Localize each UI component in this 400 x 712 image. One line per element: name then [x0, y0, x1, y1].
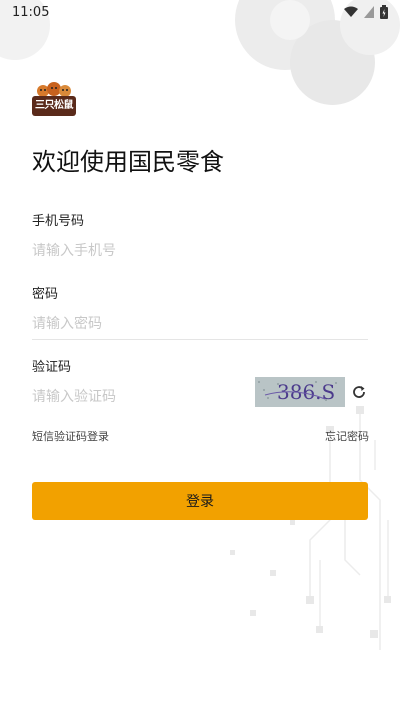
brand-logo: 三只松鼠 [32, 82, 76, 118]
refresh-icon[interactable] [351, 384, 367, 400]
status-icons [344, 5, 388, 19]
captcha-noise: 386.S [255, 377, 345, 407]
page-title: 欢迎使用国民零食 [32, 148, 224, 176]
signal-icon [364, 6, 374, 18]
password-label: 密码 [32, 287, 59, 302]
login-button[interactable]: 登录 [32, 482, 368, 520]
sms-login-link[interactable]: 短信验证码登录 [32, 428, 109, 444]
phone-input[interactable] [32, 236, 368, 266]
phone-label: 手机号码 [32, 214, 85, 229]
password-underline [32, 339, 368, 340]
wifi-icon [344, 6, 358, 17]
logo-text: 三只松鼠 [32, 96, 76, 116]
forgot-password-link[interactable]: 忘记密码 [325, 428, 369, 444]
battery-icon [380, 5, 388, 19]
status-bar: 11:05 [0, 0, 400, 24]
captcha-input[interactable] [32, 382, 247, 412]
captcha-image[interactable]: 386.S [255, 377, 345, 407]
status-time: 11:05 [12, 4, 50, 20]
password-input[interactable] [32, 309, 368, 339]
captcha-label: 验证码 [32, 360, 72, 375]
